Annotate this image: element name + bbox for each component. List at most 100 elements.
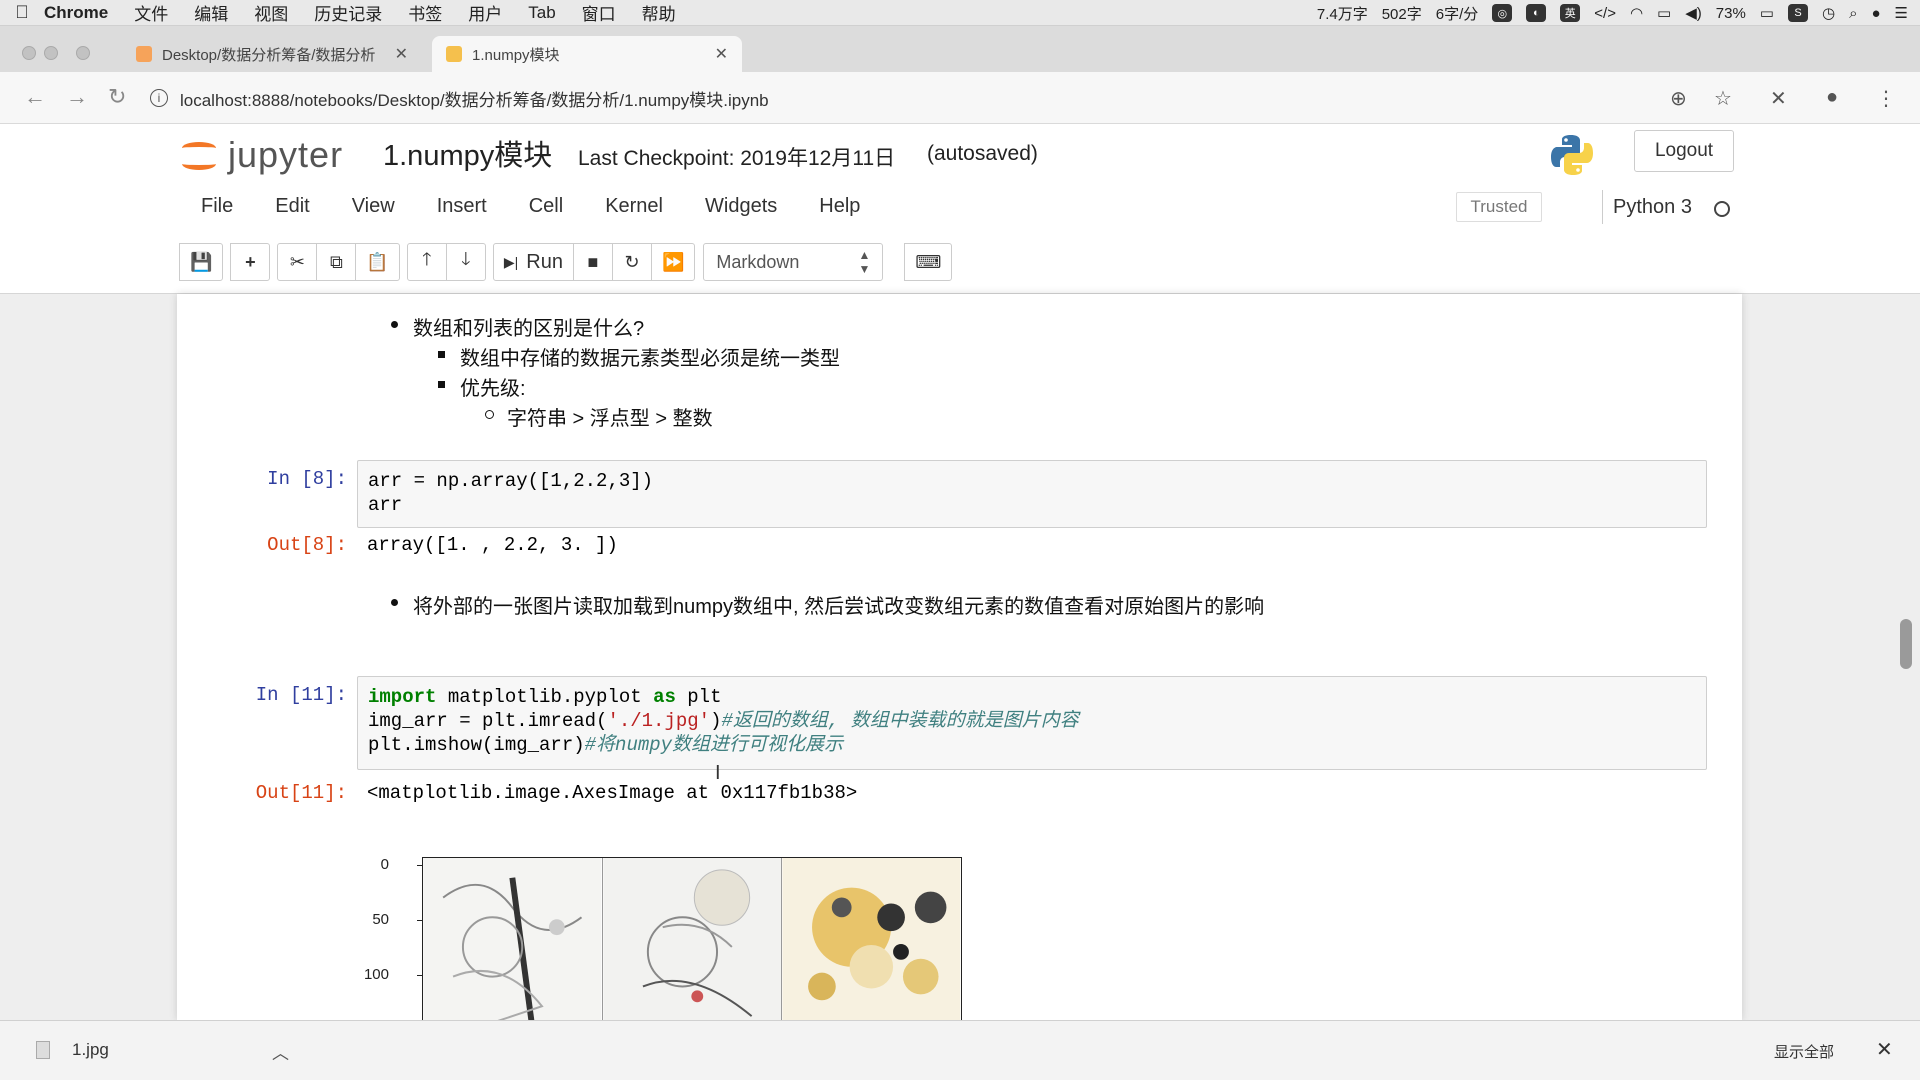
jupyter-logo-icon xyxy=(180,136,218,174)
step-forward-icon: ▶| xyxy=(503,253,519,270)
menu-item-file[interactable]: 文件 xyxy=(134,0,168,25)
trusted-indicator[interactable]: Trusted xyxy=(1456,192,1542,222)
menu-item-history[interactable]: 历史记录 xyxy=(314,0,382,25)
save-button[interactable]: 💾 xyxy=(179,243,224,281)
code-token: plt xyxy=(675,686,722,708)
menu-file[interactable]: File xyxy=(180,195,254,218)
browser-tab-active[interactable]: 1.numpy模块 ✕ xyxy=(432,36,742,72)
restart-run-all-button[interactable]: ⏩ xyxy=(650,243,696,281)
address-bar[interactable]: i localhost:8888/notebooks/Desktop/数据分析筹… xyxy=(150,80,1670,116)
show-all-downloads-link[interactable]: 显示全部 xyxy=(1774,1041,1834,1062)
menu-edit[interactable]: Edit xyxy=(254,195,330,218)
wifi-icon[interactable]: ◠ xyxy=(1630,4,1643,22)
menu-item-edit[interactable]: 编辑 xyxy=(194,0,228,25)
page-scrollbar[interactable] xyxy=(1900,619,1912,669)
cell-type-select[interactable]: Markdown ▲ ▼ xyxy=(703,243,884,281)
close-tab-icon[interactable]: ✕ xyxy=(395,44,408,64)
command-palette-button[interactable]: ⌨ xyxy=(904,243,953,281)
code-icon[interactable]: </> xyxy=(1594,5,1616,22)
fast-forward-icon: ⏩ xyxy=(661,251,685,272)
menu-view[interactable]: View xyxy=(331,195,416,218)
menu-kernel[interactable]: Kernel xyxy=(584,195,684,218)
app-status-icon[interactable]: ◎ xyxy=(1492,4,1513,22)
y-tick-label: 0 xyxy=(380,856,389,873)
battery-icon[interactable]: ▭ xyxy=(1760,4,1774,22)
input-prompt: In [8]: xyxy=(267,468,347,490)
stop-icon: ■ xyxy=(587,251,599,272)
menu-insert[interactable]: Insert xyxy=(416,195,508,218)
window-zoom-button[interactable] xyxy=(76,46,90,60)
typing-speed: 6字/分 xyxy=(1435,5,1479,23)
menu-item-window[interactable]: 窗口 xyxy=(582,0,616,25)
run-label: Run xyxy=(526,250,563,273)
interrupt-kernel-button[interactable]: ■ xyxy=(572,243,613,281)
menu-item-people[interactable]: 用户 xyxy=(468,0,502,25)
site-info-icon[interactable]: i xyxy=(150,89,168,107)
battery-percent: 73% xyxy=(1715,4,1746,22)
menu-app-name[interactable]: Chrome xyxy=(44,3,108,23)
close-tab-icon[interactable]: ✕ xyxy=(715,44,728,64)
paste-cells-button[interactable]: 📋 xyxy=(355,243,400,281)
menu-item-help[interactable]: 帮助 xyxy=(642,0,676,25)
menu-item-view[interactable]: 视图 xyxy=(254,0,288,25)
spotlight-search-icon[interactable]: ⌕ xyxy=(1849,5,1857,22)
notebook-toolbar: 💾 + ✂ ⧉ 📋 🡑 🡓 ▶| Run ■ ↻ ⏩ Markdown ▲ ▼ ⌨ xyxy=(179,242,960,282)
code-comment: #将numpy数组进行可视化展示 xyxy=(584,734,844,756)
autosave-status: (autosaved) xyxy=(927,142,1038,165)
download-item[interactable]: 1.jpg xyxy=(36,1040,109,1060)
back-arrow-icon[interactable]: ← xyxy=(24,84,46,110)
browser-tab[interactable]: Desktop/数据分析筹备/数据分析 ✕ xyxy=(122,36,422,72)
user-icon[interactable]: ● xyxy=(1871,5,1880,22)
input-prompt: In [11]: xyxy=(255,684,347,706)
zoom-icon[interactable]: ⊕ xyxy=(1670,86,1687,111)
volume-icon[interactable]: ◀) xyxy=(1685,4,1702,22)
clock-icon[interactable]: ◷ xyxy=(1822,4,1835,22)
bookmark-star-icon[interactable]: ☆ xyxy=(1714,86,1732,111)
jupyter-logo[interactable]: jupyter xyxy=(180,134,343,176)
notebook-container[interactable]: 数组和列表的区别是什么? 数组中存储的数据元素类型必须是统一类型 优先级: 字符… xyxy=(177,294,1742,1020)
notification-center-icon[interactable]: ☰ xyxy=(1895,4,1908,22)
apple-icon[interactable]:  xyxy=(0,2,44,23)
move-cell-down-button[interactable]: 🡓 xyxy=(445,243,486,281)
forward-arrow-icon[interactable]: → xyxy=(66,84,88,110)
code-cell-input[interactable]: arr = np.array([1,2.2,3]) arr xyxy=(357,460,1707,528)
move-cell-up-button[interactable]: 🡑 xyxy=(406,243,447,281)
menu-cell[interactable]: Cell xyxy=(508,195,584,218)
menu-help[interactable]: Help xyxy=(798,195,881,218)
url-text[interactable]: localhost:8888/notebooks/Desktop/数据分析筹备/… xyxy=(180,86,769,111)
chevron-up-icon[interactable]: ︿ xyxy=(272,1039,289,1064)
logout-button[interactable]: Logout xyxy=(1634,130,1734,172)
reload-icon[interactable]: ↻ xyxy=(108,84,126,110)
restart-kernel-button[interactable]: ↻ xyxy=(611,243,652,281)
chrome-menu-icon[interactable]: ⋮ xyxy=(1876,86,1896,111)
code-line: arr xyxy=(368,494,403,516)
arrow-up-icon: 🡑 xyxy=(422,249,432,269)
airplay-icon[interactable]: ▭ xyxy=(1657,4,1671,22)
code-comment: #返回的数组, 数组中装载的就是图片内容 xyxy=(721,710,1079,732)
app-status-icon[interactable]: 英 xyxy=(1560,4,1581,22)
cut-cells-button[interactable]: ✂ xyxy=(277,243,318,281)
notebook-title[interactable]: 1.numpy模块 xyxy=(383,132,552,174)
menu-item-bookmarks[interactable]: 书签 xyxy=(408,0,442,25)
copy-cells-button[interactable]: ⧉ xyxy=(316,243,357,281)
arrow-down-icon: 🡓 xyxy=(461,249,471,269)
app-status-icon[interactable]: S xyxy=(1787,4,1808,22)
python-logo-icon xyxy=(1551,135,1593,175)
image-panel-sketch-2 xyxy=(603,858,783,1020)
menu-widgets[interactable]: Widgets xyxy=(684,195,798,218)
jupyter-wordmark: jupyter xyxy=(228,134,344,175)
window-minimize-button[interactable] xyxy=(44,46,58,60)
output-prompt: Out[11]: xyxy=(255,782,347,804)
code-cell-input[interactable]: import matplotlib.pyplot as plt img_arr … xyxy=(357,676,1707,770)
close-download-bar-icon[interactable]: ✕ xyxy=(1876,1037,1893,1062)
code-token: img_arr = plt.imread( xyxy=(368,710,608,732)
jupyter-favicon-icon xyxy=(136,46,152,62)
extension-icon[interactable]: ✕ xyxy=(1770,86,1787,111)
insert-cell-below-button[interactable]: + xyxy=(230,243,271,281)
window-close-button[interactable] xyxy=(22,46,36,60)
run-button[interactable]: ▶| Run xyxy=(492,243,574,281)
menu-item-tab[interactable]: Tab xyxy=(528,3,555,23)
copy-icon: ⧉ xyxy=(329,251,343,272)
app-status-icon[interactable]: ◐ xyxy=(1526,4,1547,22)
profile-avatar-icon[interactable]: ● xyxy=(1826,86,1838,109)
